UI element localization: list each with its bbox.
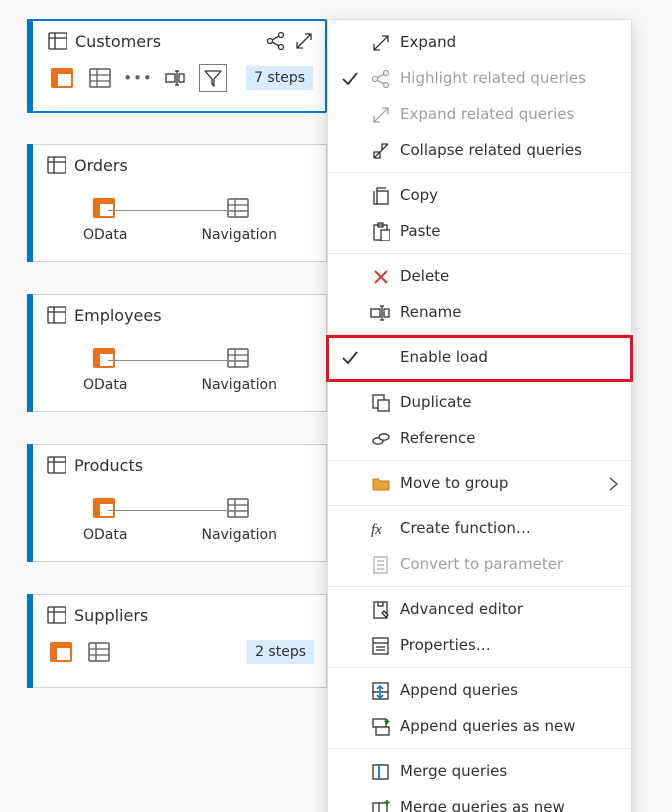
table-icon — [46, 305, 66, 325]
menu-reference[interactable]: Reference — [328, 420, 631, 456]
steps-badge[interactable]: 7 steps — [246, 66, 313, 90]
append-new-icon — [368, 716, 392, 736]
menu-rename[interactable]: Rename — [328, 294, 631, 330]
step-navigation[interactable]: Navigation — [201, 495, 277, 543]
rename-icon — [368, 302, 392, 322]
step-odata[interactable]: OData — [83, 195, 127, 243]
step-odata[interactable]: OData — [83, 495, 127, 543]
card-accent — [27, 594, 33, 688]
rename-step-icon[interactable] — [161, 63, 191, 93]
check-icon — [338, 347, 360, 367]
folder-icon — [368, 473, 392, 493]
separator — [328, 334, 631, 335]
collapse-icon — [368, 140, 392, 160]
plain-table-icon[interactable] — [85, 63, 115, 93]
advanced-editor-icon — [368, 599, 392, 619]
step-label: OData — [83, 527, 127, 543]
menu-duplicate[interactable]: Duplicate — [328, 384, 631, 420]
query-title: Products — [74, 456, 143, 475]
table-icon — [46, 605, 66, 625]
query-card-products[interactable]: Products OData Navigation — [27, 444, 327, 562]
more-icon[interactable]: ••• — [123, 63, 153, 93]
append-icon — [368, 680, 392, 700]
separator — [328, 460, 631, 461]
copy-icon — [368, 185, 392, 205]
plain-table-icon[interactable] — [84, 637, 114, 667]
menu-highlight-related[interactable]: Highlight related queries — [328, 60, 631, 96]
delete-icon — [368, 266, 392, 286]
related-icon[interactable] — [265, 31, 285, 51]
query-card-orders[interactable]: Orders OData Navigation — [27, 144, 327, 262]
separator — [328, 748, 631, 749]
menu-advanced-editor[interactable]: Advanced editor — [328, 591, 631, 627]
menu-expand[interactable]: Expand — [328, 24, 631, 60]
menu-merge-queries[interactable]: Merge queries — [328, 753, 631, 789]
step-label: Navigation — [201, 377, 277, 393]
query-title: Suppliers — [74, 606, 148, 625]
menu-convert-to-parameter[interactable]: Convert to parameter — [328, 546, 631, 582]
step-label: OData — [83, 377, 127, 393]
fx-icon — [368, 518, 392, 538]
card-accent — [27, 19, 33, 113]
orange-table-icon[interactable] — [47, 63, 77, 93]
menu-collapse-related[interactable]: Collapse related queries — [328, 132, 631, 168]
steps-badge[interactable]: 2 steps — [247, 640, 314, 664]
check-icon — [338, 68, 360, 88]
context-menu: Expand Highlight related queries Expand … — [327, 19, 632, 812]
separator — [328, 172, 631, 173]
expand-icon — [368, 32, 392, 52]
query-title: Orders — [74, 156, 128, 175]
expand-icon[interactable] — [293, 31, 313, 51]
menu-copy[interactable]: Copy — [328, 177, 631, 213]
expand-icon — [368, 104, 392, 124]
step-navigation[interactable]: Navigation — [201, 195, 277, 243]
menu-enable-load[interactable]: Enable load — [328, 339, 631, 375]
query-card-suppliers[interactable]: Suppliers 2 steps — [27, 594, 327, 688]
table-icon — [47, 31, 67, 51]
menu-append-queries-as-new[interactable]: Append queries as new — [328, 708, 631, 744]
paste-icon — [368, 221, 392, 241]
separator — [328, 505, 631, 506]
step-label: OData — [83, 227, 127, 243]
separator — [328, 379, 631, 380]
share-icon — [368, 68, 392, 88]
separator — [328, 667, 631, 668]
menu-expand-related[interactable]: Expand related queries — [328, 96, 631, 132]
orange-table-icon[interactable] — [46, 637, 76, 667]
menu-paste[interactable]: Paste — [328, 213, 631, 249]
query-card-customers[interactable]: Customers ••• 7 steps — [27, 19, 327, 113]
filter-icon[interactable] — [199, 64, 227, 92]
chevron-right-icon — [603, 473, 619, 493]
menu-append-queries[interactable]: Append queries — [328, 672, 631, 708]
separator — [328, 586, 631, 587]
separator — [328, 253, 631, 254]
duplicate-icon — [368, 392, 392, 412]
menu-create-function[interactable]: Create function… — [328, 510, 631, 546]
properties-icon — [368, 635, 392, 655]
step-label: Navigation — [201, 227, 277, 243]
menu-delete[interactable]: Delete — [328, 258, 631, 294]
query-card-employees[interactable]: Employees OData Navigation — [27, 294, 327, 412]
menu-merge-queries-as-new[interactable]: Merge queries as new — [328, 789, 631, 812]
menu-properties[interactable]: Properties… — [328, 627, 631, 663]
merge-icon — [368, 761, 392, 781]
query-title: Employees — [74, 306, 162, 325]
table-icon — [46, 155, 66, 175]
merge-new-icon — [368, 797, 392, 812]
reference-icon — [368, 428, 392, 448]
menu-move-to-group[interactable]: Move to group — [328, 465, 631, 501]
parameter-icon — [368, 554, 392, 574]
step-odata[interactable]: OData — [83, 345, 127, 393]
query-title: Customers — [75, 32, 161, 51]
table-icon — [46, 455, 66, 475]
step-navigation[interactable]: Navigation — [201, 345, 277, 393]
step-label: Navigation — [201, 527, 277, 543]
